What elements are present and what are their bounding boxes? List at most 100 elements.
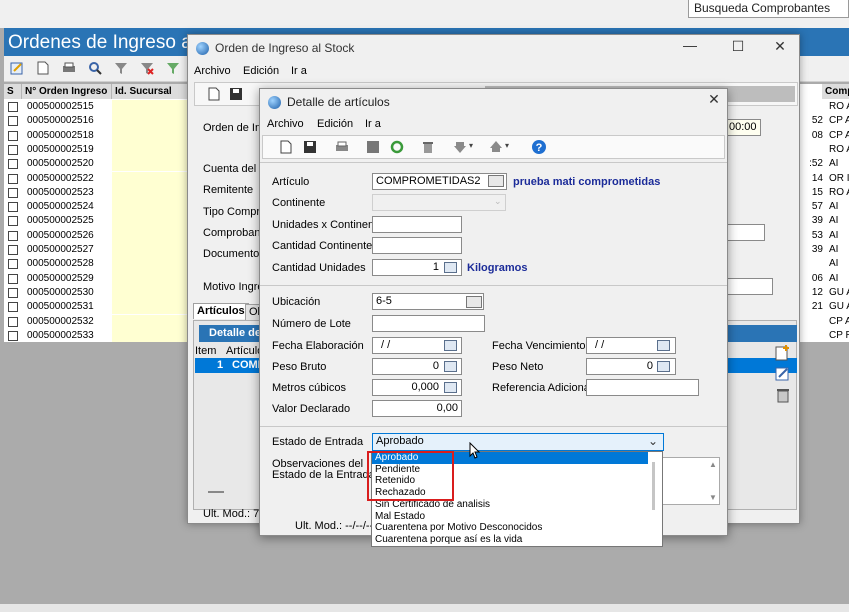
scroll-thumb[interactable] [208, 491, 224, 493]
col-header-s[interactable]: S [4, 84, 22, 99]
col-header-sucursal[interactable]: Id. Sucursal [112, 84, 190, 99]
articulo-lookup-icon[interactable] [488, 175, 504, 187]
continente-select[interactable] [372, 194, 506, 211]
search-icon[interactable] [88, 61, 102, 75]
row-item: 1 [217, 359, 224, 371]
delete-row-icon[interactable] [774, 386, 792, 404]
refresh-icon[interactable] [390, 140, 404, 154]
row-hora: :52 [809, 158, 823, 170]
row-checkbox[interactable] [8, 330, 18, 341]
label-cantidad-unidades: Cantidad Unidades [272, 262, 366, 274]
unidades-x-continente-input[interactable] [372, 216, 462, 233]
comprobante-input[interactable] [725, 224, 765, 241]
motivo-input[interactable] [725, 278, 773, 295]
dialog-menu-ir-a[interactable]: Ir a [365, 118, 381, 130]
filter-apply-icon[interactable] [166, 61, 180, 75]
time-input[interactable]: 00:00 [725, 119, 761, 136]
cantidad-continentes-input[interactable] [372, 237, 462, 254]
label-fecha-vencimiento: Fecha Vencimiento [492, 340, 586, 352]
row-sucursal-cell: 0 [112, 185, 194, 201]
dropdown-option[interactable]: Mal Estado [375, 511, 425, 523]
articulo-input[interactable]: COMPROMETIDAS2 [372, 173, 507, 190]
close-button[interactable]: ✕ [770, 38, 790, 55]
row-nro-orden: 000500002526 [27, 229, 94, 241]
row-checkbox[interactable] [8, 173, 18, 184]
menu-edicion[interactable]: Edición [243, 65, 279, 77]
calculator-icon[interactable] [444, 262, 457, 273]
print-icon[interactable] [62, 61, 76, 75]
stop-icon[interactable] [366, 140, 380, 154]
row-sucursal-cell: 0 [112, 300, 194, 315]
row-nro-orden: 000500002520 [27, 158, 94, 170]
row-comprobante: GU A [829, 286, 849, 298]
new-icon[interactable] [207, 87, 221, 101]
app-globe-icon [196, 42, 209, 55]
calculator-icon[interactable] [444, 361, 457, 372]
row-checkbox[interactable] [8, 245, 18, 255]
col-header-compr[interactable]: Compr [822, 84, 849, 99]
estado-entrada-select[interactable]: Aprobado [372, 433, 664, 451]
new-document-icon[interactable] [36, 61, 50, 75]
row-hora: 14 [811, 172, 823, 184]
row-sucursal-cell: 0 [112, 214, 194, 229]
save-icon[interactable] [303, 140, 317, 154]
row-checkbox[interactable] [8, 316, 18, 327]
arrow-down-menu-icon[interactable]: ▾ [469, 141, 473, 150]
row-checkbox[interactable] [8, 230, 18, 241]
row-checkbox[interactable] [8, 159, 18, 170]
col-header-nro-orden[interactable]: N° Orden Ingreso [22, 84, 112, 99]
row-checkbox[interactable] [8, 302, 18, 313]
add-row-icon[interactable] [774, 344, 792, 362]
chevron-down-icon[interactable]: ⌄ [648, 434, 658, 448]
row-checkbox[interactable] [8, 287, 18, 298]
print-icon[interactable] [335, 140, 349, 154]
row-checkbox[interactable] [8, 144, 18, 155]
minimize-button[interactable]: — [680, 37, 700, 53]
maximize-button[interactable]: ☐ [728, 38, 748, 55]
label-referencia-adicional: Referencia Adicional [492, 382, 593, 394]
numero-lote-input[interactable] [372, 315, 485, 332]
dialog-menu-archivo[interactable]: Archivo [267, 118, 304, 130]
filter-icon[interactable] [114, 61, 128, 75]
menu-archivo[interactable]: Archivo [194, 65, 231, 77]
save-icon[interactable] [229, 87, 243, 101]
dropdown-scrollbar[interactable] [652, 462, 655, 510]
dropdown-option[interactable]: Cuarentena por Motivo Desconocidos [375, 522, 542, 534]
help-icon[interactable]: ? [531, 139, 547, 155]
row-checkbox[interactable] [8, 273, 18, 284]
clear-filter-icon[interactable] [140, 61, 154, 75]
row-checkbox[interactable] [8, 187, 18, 198]
ubicacion-lookup-icon[interactable] [466, 296, 482, 308]
calculator-icon[interactable] [657, 361, 670, 372]
dialog-close-button[interactable]: ✕ [704, 91, 724, 108]
scroll-up-icon[interactable]: ▲ [709, 460, 717, 469]
unidad-medida: Kilogramos [467, 262, 528, 274]
row-checkbox[interactable] [8, 216, 18, 227]
calculator-icon[interactable] [444, 382, 457, 393]
trash-icon[interactable] [421, 140, 435, 154]
search-comprobantes-input[interactable]: Busqueda Comprobantes [688, 0, 849, 18]
calendar-icon[interactable] [657, 340, 670, 351]
arrow-up-icon[interactable] [489, 140, 503, 154]
new-icon[interactable] [279, 140, 293, 154]
dropdown-option[interactable]: Cuarentena porque así es la vida [375, 534, 522, 546]
row-checkbox[interactable] [8, 202, 18, 213]
tab-articulos[interactable]: Artículos [193, 303, 249, 319]
menu-ir-a[interactable]: Ir a [291, 65, 307, 77]
edit-icon[interactable] [10, 61, 24, 75]
row-checkbox[interactable] [8, 116, 18, 127]
referencia-adicional-input[interactable] [586, 379, 699, 396]
row-sucursal-cell: 0 [112, 271, 194, 286]
dialog-title: Detalle de artículos [287, 95, 390, 109]
row-comprobante: CP A [829, 115, 849, 127]
calendar-icon[interactable] [444, 340, 457, 351]
row-checkbox[interactable] [8, 259, 18, 270]
arrow-up-menu-icon[interactable]: ▾ [505, 141, 509, 150]
dialog-menu-edicion[interactable]: Edición [317, 118, 353, 130]
valor-declarado-input[interactable]: 0,00 [372, 400, 462, 417]
scroll-down-icon[interactable]: ▼ [709, 493, 717, 502]
row-checkbox[interactable] [8, 130, 18, 141]
edit-row-icon[interactable] [774, 365, 792, 383]
row-checkbox[interactable] [8, 102, 18, 112]
arrow-down-icon[interactable] [453, 140, 467, 154]
